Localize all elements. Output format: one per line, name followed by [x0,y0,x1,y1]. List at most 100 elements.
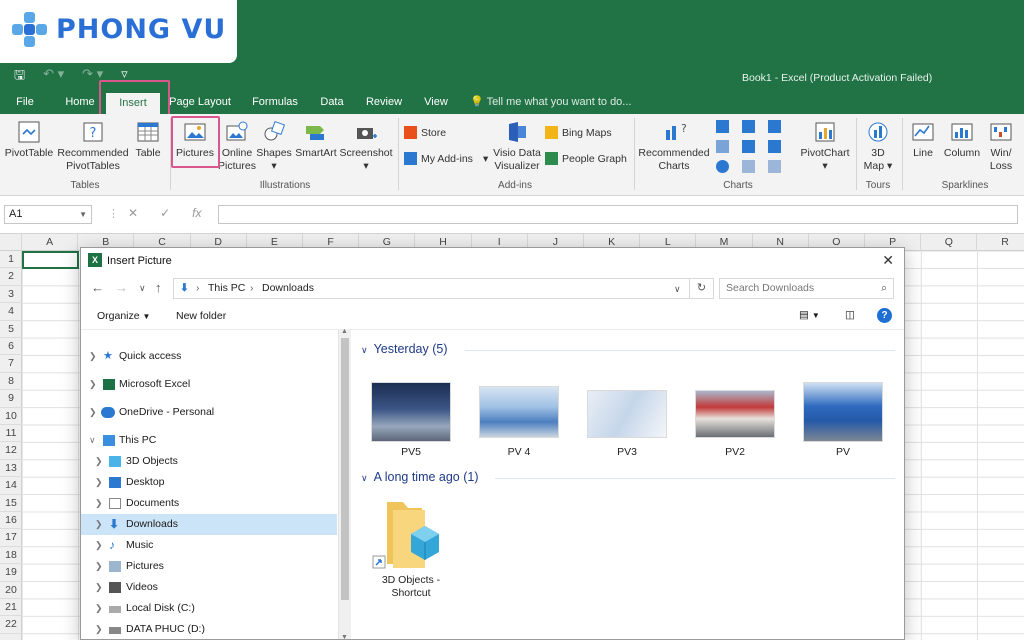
radar-chart-icon[interactable] [768,160,781,173]
column-header[interactable]: A [22,234,79,251]
row-header[interactable]: 7 [0,355,22,373]
row-header[interactable]: 5 [0,321,22,338]
my-addins-button[interactable]: My Add-ins ▾ [404,152,488,165]
row-header[interactable]: 20 [0,582,22,599]
group-header-yesterday[interactable]: ∨ Yesterday (5) [361,342,447,356]
sparkline-winloss-button[interactable]: Win/ Loss [984,120,1018,173]
forward-arrow-icon[interactable]: → [115,280,128,295]
nav-item-3d-objects[interactable]: ❯ 3D Objects [81,451,337,472]
row-header[interactable]: 13 [0,460,22,478]
organize-button[interactable]: Organize ▼ [97,310,150,322]
bing-maps-button[interactable]: Bing Maps [545,126,612,139]
nav-item-quick-access[interactable]: ❯ ★ Quick access [81,346,337,367]
row-header[interactable]: 4 [0,303,22,321]
name-box[interactable]: A1 ▼ [4,205,92,224]
chevron-up-icon[interactable]: ▲ [341,328,348,335]
shapes-button[interactable]: Shapes ▾ [256,120,292,173]
tab-file[interactable]: File [8,90,42,114]
row-header[interactable]: 17 [0,529,22,547]
row-header[interactable]: 6 [0,338,22,356]
waterfall-chart-icon[interactable] [768,120,781,133]
online-pictures-button[interactable]: Online Pictures [218,120,256,173]
column-header[interactable]: R [977,234,1024,251]
tab-review[interactable]: Review [360,90,408,114]
scrollbar-thumb[interactable] [341,338,349,600]
nav-item-local-disk-c[interactable]: ❯ Local Disk (C:) [81,598,337,619]
hierarchy-chart-icon[interactable] [742,120,755,133]
row-header[interactable]: 18 [0,547,22,565]
line-chart-icon[interactable] [716,140,729,153]
search-input[interactable]: Search Downloads ⌕ [719,278,894,299]
nav-item-documents[interactable]: ❯ Documents [81,493,337,514]
combo-chart-icon[interactable] [768,140,781,153]
up-arrow-icon[interactable]: ↑ [155,280,162,295]
statistic-chart-icon[interactable] [742,140,755,153]
pivotchart-button[interactable]: PivotChart ▾ [798,120,852,173]
nav-item-pictures[interactable]: ❯ Pictures [81,556,337,577]
tab-view[interactable]: View [418,90,454,114]
tab-data[interactable]: Data [314,90,350,114]
tell-me-box[interactable]: 💡 Tell me what you want to do... [470,90,640,114]
scatter-chart-icon[interactable] [742,160,755,173]
group-header-long-time-ago[interactable]: ∨ A long time ago (1) [361,470,479,484]
insert-function-icon[interactable]: fx [192,206,201,220]
row-header[interactable]: 15 [0,495,22,512]
select-all-corner[interactable] [0,234,22,251]
nav-item-data-phuc-d[interactable]: ❯ DATA PHUC (D:) [81,619,337,640]
enter-icon[interactable]: ✓ [160,206,170,220]
pie-chart-icon[interactable] [716,160,729,173]
row-header[interactable]: 9 [0,390,22,408]
row-header[interactable]: 14 [0,477,22,495]
close-icon[interactable]: ✕ [882,252,894,269]
row-header[interactable]: 21 [0,599,22,617]
view-options-icon[interactable]: ▤ ▼ [799,309,820,321]
nav-item-downloads[interactable]: ❯ ⬇ Downloads [81,514,337,535]
nav-item-desktop[interactable]: ❯ Desktop [81,472,337,493]
undo-icon[interactable]: ↶ ▾ [43,66,64,88]
table-button[interactable]: Table [132,120,164,160]
cancel-icon[interactable]: ✕ [128,206,138,220]
row-header[interactable]: 11 [0,425,22,443]
navigation-pane-scrollbar[interactable]: ▲ ▼ [339,328,351,640]
nav-item-videos[interactable]: ❯ Videos [81,577,337,598]
column-header[interactable]: Q [921,234,978,251]
row-header[interactable]: 19 [0,564,22,582]
formula-input[interactable] [218,205,1018,224]
save-icon[interactable]: 🖫 [14,66,25,88]
row-header[interactable]: 1 [0,251,22,269]
nav-item-this-pc[interactable]: ∨ This PC [81,430,337,451]
new-folder-button[interactable]: New folder [176,310,226,322]
visio-data-visualizer-button[interactable]: Visio Data Visualizer [492,120,542,173]
column-chart-icon[interactable] [716,120,729,133]
row-header[interactable]: 2 [0,268,22,286]
nav-item-microsoft-excel[interactable]: ❯ Microsoft Excel [81,374,337,395]
row-header[interactable]: 22 [0,616,22,634]
recent-locations-icon[interactable]: ∨ [139,283,146,294]
row-header[interactable]: 10 [0,408,22,425]
recommended-pivottables-button[interactable]: ? Recommended PivotTables [56,120,130,173]
smartart-button[interactable]: SmartArt [294,120,338,160]
refresh-icon[interactable]: ↻ [689,278,714,299]
breadcrumb-downloads[interactable]: Downloads [262,282,314,294]
recommended-charts-button[interactable]: ? Recommended Charts [636,120,712,173]
row-header[interactable]: 12 [0,442,22,460]
nav-item-onedrive[interactable]: ❯ OneDrive - Personal [81,402,337,423]
breadcrumb-this-pc[interactable]: This PC [208,282,245,294]
help-icon[interactable]: ? [877,308,892,323]
row-header[interactable]: 16 [0,512,22,530]
chevron-down-icon[interactable]: ▼ [341,634,348,640]
selected-cell[interactable] [22,251,79,269]
pivottable-button[interactable]: PivotTable [4,120,54,160]
screenshot-button[interactable]: Screenshot ▾ [338,120,394,173]
people-graph-button[interactable]: People Graph [545,152,627,165]
preview-pane-icon[interactable]: ◫ [845,309,855,321]
nav-item-music[interactable]: ❯ ♪ Music [81,535,337,556]
row-header[interactable]: 8 [0,373,22,391]
tab-page-layout[interactable]: Page Layout [168,90,232,114]
row-header[interactable]: 3 [0,286,22,304]
sparkline-column-button[interactable]: Column [942,120,982,160]
store-button[interactable]: Store [404,126,446,139]
sparkline-line-button[interactable]: Line [906,120,940,160]
tab-home[interactable]: Home [60,90,100,114]
address-bar[interactable]: ⬇ › This PC › Downloads ∨ [173,278,714,299]
